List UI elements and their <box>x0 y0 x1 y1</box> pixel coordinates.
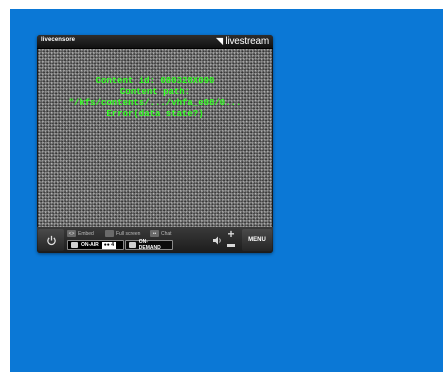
embed-button[interactable]: <> Embed <box>67 230 94 237</box>
antenna-icon <box>71 242 78 248</box>
video-area[interactable]: Content id: 080328X090 Content path: "/k… <box>38 49 272 227</box>
power-icon <box>46 235 56 245</box>
embed-label: Embed <box>78 230 94 237</box>
livestream-player: livecensore livestream Content id: 08032… <box>37 35 273 253</box>
chat-icon: •• <box>150 230 159 237</box>
power-button[interactable] <box>38 229 64 251</box>
chat-button[interactable]: •• Chat <box>150 230 172 237</box>
livestream-logo[interactable]: livestream <box>215 35 269 48</box>
volume-down-button[interactable] <box>227 244 235 247</box>
tab-on-air[interactable]: ON-AIR ●● 4 <box>67 240 124 250</box>
menu-button[interactable]: MENU <box>242 229 272 251</box>
fullscreen-button[interactable]: Full screen <box>105 230 140 237</box>
livestream-logo-icon <box>216 37 224 46</box>
message-line: Content id: 080328X090 <box>95 76 215 86</box>
tab-on-demand[interactable]: ON-DEMAND <box>125 239 173 251</box>
fullscreen-label: Full screen <box>116 230 141 237</box>
video-error-message: Content id: 080328X090 Content path: "/k… <box>38 76 272 120</box>
embed-icon: <> <box>67 230 76 237</box>
viewer-icon: ●● <box>103 242 112 248</box>
viewer-count: ●● 4 <box>101 241 116 249</box>
volume-up-button[interactable]: + <box>226 228 236 240</box>
fullscreen-icon <box>105 230 114 237</box>
message-line: Error(data state?) <box>106 109 204 119</box>
player-header: livecensore livestream <box>37 35 273 49</box>
brand-name: livestream <box>225 36 269 47</box>
on-demand-label: ON-DEMAND <box>138 239 161 251</box>
channel-name[interactable]: livecensore <box>41 37 75 43</box>
viewer-count-value: 4 <box>111 242 114 248</box>
on-demand-icon <box>129 242 136 248</box>
speaker-icon[interactable] <box>213 236 223 245</box>
control-bar: <> Embed Full screen •• Chat ON-AIR ●● 4… <box>37 227 273 253</box>
chat-label: Chat <box>161 230 172 237</box>
on-air-label: ON-AIR <box>81 242 99 248</box>
message-line: Content path: "/kfs/contents/.../vhfa_e0… <box>68 87 242 108</box>
